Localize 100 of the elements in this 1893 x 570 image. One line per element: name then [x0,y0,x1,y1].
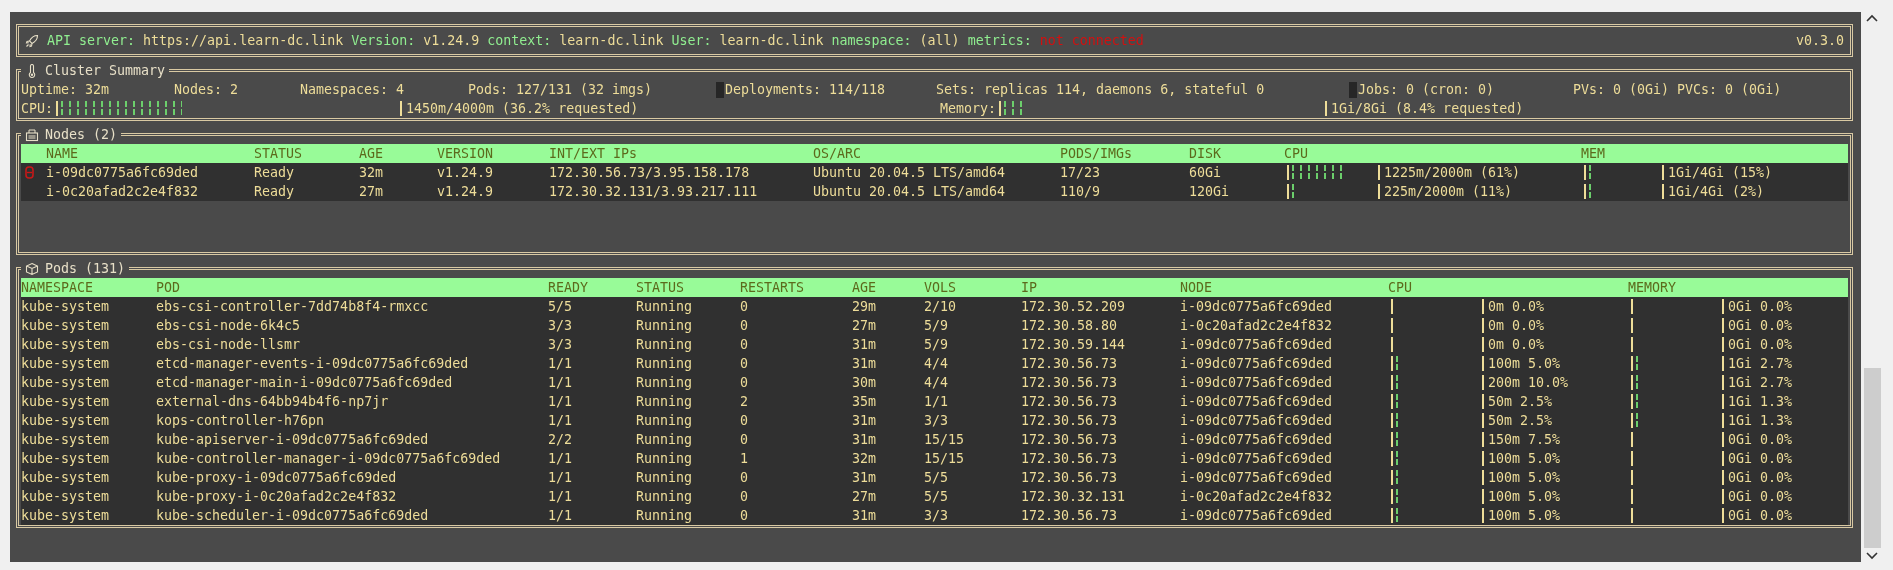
panel-title: Cluster Summary [45,62,166,80]
column-header: READY [548,279,590,297]
summary-stat: Deployments: 114/118 [725,81,886,99]
table-cell-text: i-09dc0775a6fc69ded [46,164,200,182]
table-cell-text: 3/3 [548,336,574,354]
table-cell-text: 32m [852,450,878,468]
table-cell-text: 1/1 [548,355,574,373]
scroll-up-icon[interactable] [1866,14,1878,22]
table-cell-text: 0Gi 0.0% [1728,488,1793,506]
table-cell-text: kube-system [21,336,111,354]
table-cell-text: i-09dc0775a6fc69ded [1180,298,1334,316]
field-value: (all) [919,32,960,50]
table-cell-text: Running [636,488,694,506]
column-header: OS/ARC [813,145,863,163]
table-cell-text: kube-proxy-i-0c20afad2c2e4f832 [156,488,398,506]
cube-icon [25,261,39,276]
table-cell-text: kube-system [21,298,111,316]
table-cell-text: Ready [254,183,296,201]
table-cell-text: external-dns-64bb94b4f6-np7jr [156,393,390,411]
table-cell-text: 172.30.56.73 [1021,393,1119,411]
table-cell-text: 2/10 [924,298,958,316]
table-cell-text: 120Gi [1189,183,1231,201]
field-label: metrics: [967,32,1032,50]
table-cell-text: 0Gi 0.0% [1728,450,1793,468]
table-cell-text: 0 [740,355,749,373]
table-cell-text: 5/9 [924,317,950,335]
field-label: User: [671,32,712,50]
table-cell-text: Running [636,412,694,430]
table-cell-text: Running [636,374,694,392]
table-cell-text: kube-system [21,393,111,411]
column-header: NAMESPACE [21,279,95,297]
field-value: learn-dc.link [719,32,824,50]
table-cell-text: kube-system [21,355,111,373]
field-value: not connected [1039,32,1144,50]
summary-stat: Uptime: 32m [21,81,110,99]
table-cell-text: 172.30.56.73 [1021,450,1119,468]
table-cell-text: 27m [359,183,385,201]
table-cell-text: 1Gi 2.7% [1728,355,1793,373]
field-label: context: [487,32,552,50]
scroll-down-icon[interactable] [1866,552,1878,560]
table-cell-text: 0m 0.0% [1488,298,1545,316]
table-cell-text: 100m 5.0% [1488,488,1561,506]
table-cell-text: Running [636,317,694,335]
column-header: STATUS [254,145,304,163]
meter-reading: 1Gi/8Gi (8.4% requested) [1331,100,1524,118]
table-cell-text: 15/15 [924,450,966,468]
table-cell-text: 1/1 [924,393,950,411]
scrollbar-thumb[interactable] [1863,368,1881,548]
table-cell-text: 1/1 [548,393,574,411]
table-cell-text: i-09dc0775a6fc69ded [1180,355,1334,373]
table-cell-text: Running [636,336,694,354]
summary-stat: Nodes: 2 [174,81,239,99]
table-cell-text: 0 [740,336,749,354]
table-cell-text: i-09dc0775a6fc69ded [1180,469,1334,487]
table-cell-text: i-09dc0775a6fc69ded [1180,336,1334,354]
table-cell-text: 100m 5.0% [1488,469,1561,487]
table-cell-text: 172.30.58.80 [1021,317,1119,335]
column-header: NAME [46,145,80,163]
column-header: INT/EXT IPs [549,145,639,163]
table-cell-text: 150m 7.5% [1488,431,1561,449]
table-cell-text: 1Gi 1.3% [1728,393,1793,411]
column-header: IP [1021,279,1038,297]
table-cell-text: 0Gi 0.0% [1728,431,1793,449]
table-cell-text: 172.30.32.131 [1021,488,1127,506]
table-cell-text: 0Gi 0.0% [1728,336,1793,354]
table-cell-text: 0 [740,431,749,449]
table-cell-text: 32m [359,164,385,182]
table-cell-text: 1Gi 1.3% [1728,412,1793,430]
version-label: v0.3.0 [1795,32,1844,50]
table-cell-text: kube-system [21,317,111,335]
table-cell-text: 31m [852,507,878,525]
table-cell-text: 110/9 [1060,183,1102,201]
table-cell-text: Ubuntu 20.04.5 LTS/amd64 [813,183,1007,201]
field-label: namespace: [831,32,912,50]
field-value: v1.24.9 [423,32,480,50]
table-cell-text: Running [636,393,694,411]
summary-stat: Namespaces: 4 [300,81,405,99]
panel-title: Pods (131) [45,260,126,278]
column-header: STATUS [636,279,686,297]
summary-stat: Pods: 127/131 (32 imgs) [468,81,653,99]
table-cell-text: 3/3 [924,412,950,430]
table-cell-text: kube-system [21,431,111,449]
table-cell-text: 27m [852,317,878,335]
table-cell-text: 35m [852,393,878,411]
meter-label: Memory: [940,100,997,118]
table-cell-text: 0Gi 0.0% [1728,469,1793,487]
table-cell-text: 0Gi 0.0% [1728,507,1793,525]
column-header: AGE [359,145,385,163]
table-cell-text: 0 [740,298,749,316]
summary-stat: Jobs: 0 (cron: 0) [1358,81,1495,99]
column-header: MEM [1581,145,1607,163]
table-cell-text: 0 [740,507,749,525]
column-header: PODS/IMGs [1060,145,1134,163]
column-header: POD [156,279,182,297]
table-cell-text: 172.30.56.73 [1021,412,1119,430]
table-cell-text: 1/1 [548,374,574,392]
table-cell-text: 4/4 [924,355,950,373]
table-cell-text: 0 [740,469,749,487]
table-cell-text: 172.30.32.131/3.93.217.111 [549,183,759,201]
table-cell-text: 1/1 [548,469,574,487]
